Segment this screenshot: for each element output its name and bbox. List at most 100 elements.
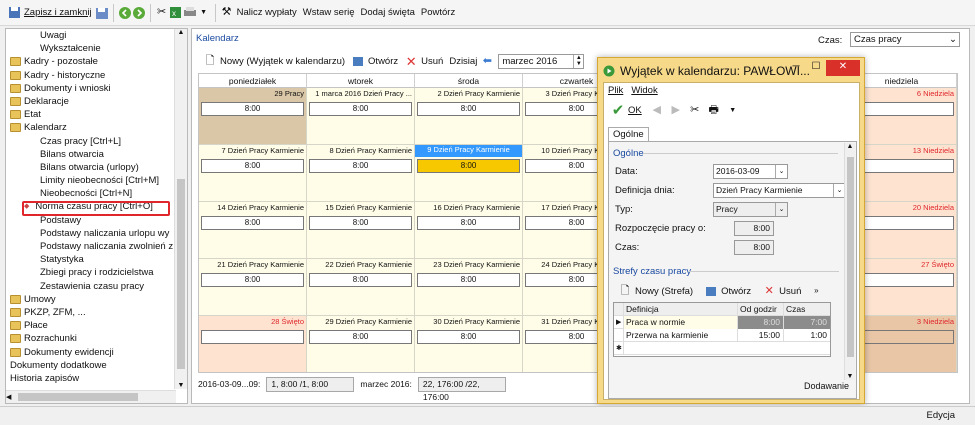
tree-item[interactable]: Płace xyxy=(6,319,176,332)
usun-button[interactable]: ✕ Usuń xyxy=(401,50,446,72)
prev-month-icon[interactable]: ⬅ xyxy=(480,54,494,68)
hours-box[interactable] xyxy=(201,330,304,344)
tree-item[interactable]: Limity nieobecności [Ctrl+M] xyxy=(6,174,176,187)
tree-item[interactable]: Kadry - pozostałe xyxy=(6,55,176,68)
calendar-day-cell[interactable]: 22 Dzień Pracy Karmienie 8:00 xyxy=(307,259,415,316)
hours-box[interactable]: 8:00 xyxy=(417,330,520,344)
strefa-usun-button[interactable]: ✕ Usuń xyxy=(759,280,804,302)
tree-item[interactable]: Uwagi xyxy=(6,29,176,42)
tree-item[interactable]: Dokumenty ewidencji xyxy=(6,346,176,359)
nowy-button[interactable]: 🗋 Nowy (Wyjątek w kalendarzu) xyxy=(200,50,348,72)
hscroll-thumb[interactable] xyxy=(18,393,138,401)
hours-box[interactable]: 8:00 xyxy=(417,216,520,230)
hours-box[interactable]: 8:00 xyxy=(201,216,304,230)
chevron-down-icon[interactable]: ▼ xyxy=(726,103,740,117)
tree-scrollbar[interactable]: ▲ ▼ xyxy=(174,29,187,389)
calendar-day-cell[interactable]: 29 Dzień Pracy Karmienie 8:00 xyxy=(307,316,415,372)
tree-item[interactable]: Wykształcenie xyxy=(6,42,176,55)
hours-box[interactable]: 8:00 xyxy=(201,102,304,116)
scroll-up-icon[interactable]: ▲ xyxy=(175,29,187,36)
tree-item[interactable]: Zbiegi pracy i rodzicielstwa xyxy=(6,266,176,279)
maximize-icon[interactable]: ☐ xyxy=(806,60,826,76)
tree-item[interactable]: Historia zapisów xyxy=(6,372,176,385)
hours-box[interactable]: 8:00 xyxy=(201,159,304,173)
tree-item[interactable]: Statystyka xyxy=(6,253,176,266)
month-input[interactable]: marzec 2016 ▲ ▼ xyxy=(498,53,585,69)
hours-box[interactable]: 8:00 xyxy=(309,216,412,230)
calendar-day-cell[interactable]: 2 Dzień Pracy Karmienie 8:00 xyxy=(415,88,523,145)
czas-select[interactable]: Czas pracy ⌄ xyxy=(850,32,960,47)
menu-widok[interactable]: Widok xyxy=(631,85,657,96)
nowy-strefa-button[interactable]: 🗋 Nowy (Strefa) xyxy=(615,280,696,302)
menu-plik[interactable]: Plik xyxy=(608,85,623,96)
calendar-day-cell[interactable]: 8 Dzień Pracy Karmienie 8:00 xyxy=(307,145,415,202)
header-definicja[interactable]: Definicja xyxy=(624,303,738,316)
dialog-scrollbar[interactable]: ▲ ▼ xyxy=(844,143,855,380)
forward-icon[interactable]: ▶ xyxy=(669,103,683,117)
close-icon[interactable]: ✕ xyxy=(826,60,860,76)
dodaj-button[interactable]: Dodaj święta xyxy=(358,2,418,24)
hours-box[interactable]: 8:00 xyxy=(417,159,520,173)
new-row[interactable]: ✱ xyxy=(614,342,830,355)
calendar-day-cell[interactable]: 29 Pracy 8:00 xyxy=(199,88,307,145)
header-od-godziny[interactable]: Od godzir xyxy=(738,303,784,316)
tree-item[interactable]: Dokumenty i wnioski xyxy=(6,82,176,95)
chevron-down-icon[interactable]: ▼ xyxy=(197,6,211,20)
tree-item[interactable]: Umowy xyxy=(6,293,176,306)
hours-box[interactable]: 8:00 xyxy=(417,273,520,287)
calendar-day-cell[interactable]: 23 Dzień Pracy Karmienie 8:00 xyxy=(415,259,523,316)
save-disk-icon[interactable] xyxy=(95,6,109,20)
rozpoczecie-field[interactable]: 8:00 xyxy=(734,221,774,236)
tree-item[interactable]: Czas pracy [Ctrl+L] xyxy=(6,135,176,148)
back-icon[interactable]: ◀ xyxy=(650,103,664,117)
tree-hscrollbar[interactable]: ◀ xyxy=(6,390,176,403)
hours-box[interactable]: 8:00 xyxy=(201,273,304,287)
tree-item[interactable]: Etat xyxy=(6,108,176,121)
row-od[interactable]: 15:00 xyxy=(738,329,784,342)
tree-item[interactable]: Rozrachunki xyxy=(6,332,176,345)
print-icon[interactable] xyxy=(183,6,197,20)
tree-item[interactable]: Kalendarz xyxy=(6,121,176,134)
hours-box[interactable]: 8:00 xyxy=(417,102,520,116)
more-icon[interactable]: » xyxy=(809,284,823,298)
tree-item[interactable]: Bilans otwarcia (urlopy) xyxy=(6,161,176,174)
scroll-down-icon[interactable]: ▼ xyxy=(175,382,187,389)
calendar-day-cell[interactable]: 9 Dzień Pracy Karmienie 8:00 xyxy=(415,145,523,202)
scroll-thumb[interactable] xyxy=(177,179,185,369)
tree-item[interactable]: Deklaracje xyxy=(6,95,176,108)
minimize-icon[interactable]: ─ xyxy=(786,60,806,76)
table-row[interactable]: ▶ Praca w normie 8:00 7:00 xyxy=(614,316,830,329)
tree-item[interactable]: Nieobecności [Ctrl+N] xyxy=(6,187,176,200)
tools-icon[interactable]: ✂ xyxy=(688,103,702,117)
hours-box[interactable]: 8:00 xyxy=(309,102,412,116)
table-row[interactable]: Przerwa na karmienie 15:00 1:00 xyxy=(614,329,830,342)
tree-item[interactable]: Kadry - historyczne xyxy=(6,69,176,82)
dialog-title-bar[interactable]: Wyjątek w kalendarzu: PAWŁOWI... xyxy=(602,61,810,81)
data-field[interactable]: 2016-03-09 ⌄ xyxy=(713,164,788,179)
calendar-day-cell[interactable]: 7 Dzień Pracy Karmienie 8:00 xyxy=(199,145,307,202)
tree-item[interactable]: Zestawienia czasu pracy xyxy=(6,280,176,293)
hours-box[interactable]: 8:00 xyxy=(309,159,412,173)
print-icon[interactable]: 🖶 xyxy=(707,103,721,117)
scroll-up-icon[interactable]: ▲ xyxy=(845,143,855,150)
calendar-day-cell[interactable]: 14 Dzień Pracy Karmienie 8:00 xyxy=(199,202,307,259)
powtorz-button[interactable]: Powtórz xyxy=(418,2,458,24)
calendar-day-cell[interactable]: 1 marca 2016 Dzień Pracy ... 8:00 xyxy=(307,88,415,145)
scroll-thumb[interactable] xyxy=(847,157,854,357)
tree-item[interactable]: Dokumenty dodatkowe xyxy=(6,359,176,372)
strefa-otworz-button[interactable]: Otwórz xyxy=(701,280,754,302)
month-spinner[interactable]: ▲ ▼ xyxy=(573,54,583,68)
otworz-button[interactable]: Otwórz xyxy=(348,50,401,72)
typ-field[interactable]: Pracy ⌄ xyxy=(713,202,788,217)
nalicz-button[interactable]: Nalicz wypłaty xyxy=(234,2,300,24)
hours-box[interactable]: 8:00 xyxy=(309,273,412,287)
row-czas[interactable]: 7:00 xyxy=(784,316,830,329)
calendar-day-cell[interactable]: 15 Dzień Pracy Karmienie 8:00 xyxy=(307,202,415,259)
row-definicja[interactable]: Praca w normie xyxy=(624,316,738,329)
calendar-day-cell[interactable]: 28 Święto xyxy=(199,316,307,372)
tree-item[interactable]: PKZP, ZFM, ... xyxy=(6,306,176,319)
hours-box[interactable]: 8:00 xyxy=(309,330,412,344)
ok-button[interactable]: ✔ OK xyxy=(608,99,645,121)
wstaw-button[interactable]: Wstaw serię xyxy=(300,2,358,24)
excel-icon[interactable]: x xyxy=(169,6,183,20)
